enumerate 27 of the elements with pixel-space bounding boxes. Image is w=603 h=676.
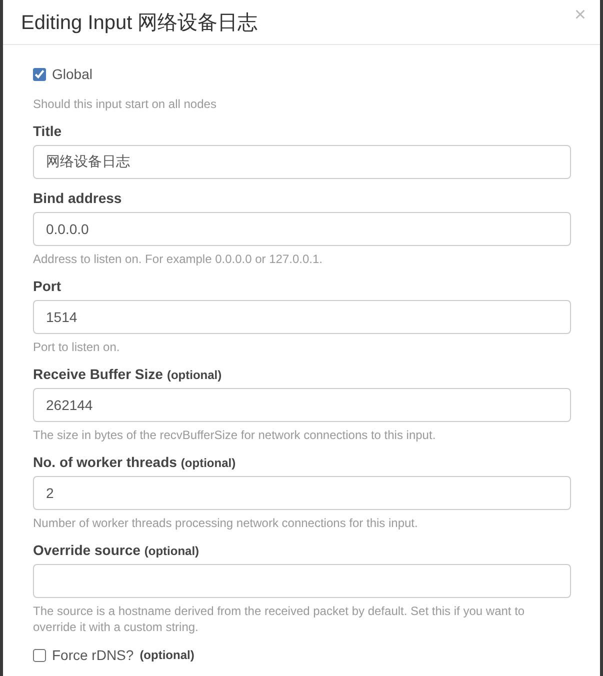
dialog-title: Editing Input 网络设备日志 bbox=[21, 10, 258, 36]
checkbox-label: Global bbox=[52, 66, 92, 82]
field-label: Port bbox=[33, 278, 61, 294]
checkbox[interactable] bbox=[33, 648, 46, 662]
input-field[interactable]: 262144 bbox=[33, 388, 571, 422]
optional-label: (optional) bbox=[144, 544, 200, 558]
input-field[interactable] bbox=[33, 564, 571, 598]
help-text: The source is a hostname derived from the received packet by default. Set this if you want to override it with a custom string. bbox=[33, 603, 526, 635]
optional-label: (optional) bbox=[166, 368, 222, 382]
field-label: No. of worker threads bbox=[33, 454, 177, 470]
field-label: Title bbox=[33, 123, 62, 139]
field-label: Override source bbox=[33, 542, 140, 558]
input-field[interactable]: 1514 bbox=[33, 300, 571, 334]
input-field[interactable]: 2 bbox=[33, 476, 571, 510]
input-field[interactable]: 网络设备日志 bbox=[33, 145, 571, 179]
help-text: Number of worker threads processing network connections for this input. bbox=[33, 515, 419, 531]
field-label: Bind address bbox=[33, 190, 122, 206]
input-field[interactable]: 0.0.0.0 bbox=[33, 212, 571, 246]
field-label: Receive Buffer Size bbox=[33, 366, 163, 382]
help-text: Address to listen on. For example 0.0.0.0 or 127.0.0.1. bbox=[33, 251, 324, 267]
help-text: Port to listen on. bbox=[33, 339, 121, 355]
optional-label: (optional) bbox=[140, 648, 194, 662]
checkbox[interactable] bbox=[33, 68, 46, 80]
optional-label: (optional) bbox=[180, 456, 236, 470]
help-text: The size in bytes of the recvBufferSize for network connections to this input. bbox=[33, 427, 437, 443]
checkbox-label: Force rDNS? bbox=[52, 647, 134, 663]
help-text: Should this input start on all nodes bbox=[33, 96, 218, 112]
